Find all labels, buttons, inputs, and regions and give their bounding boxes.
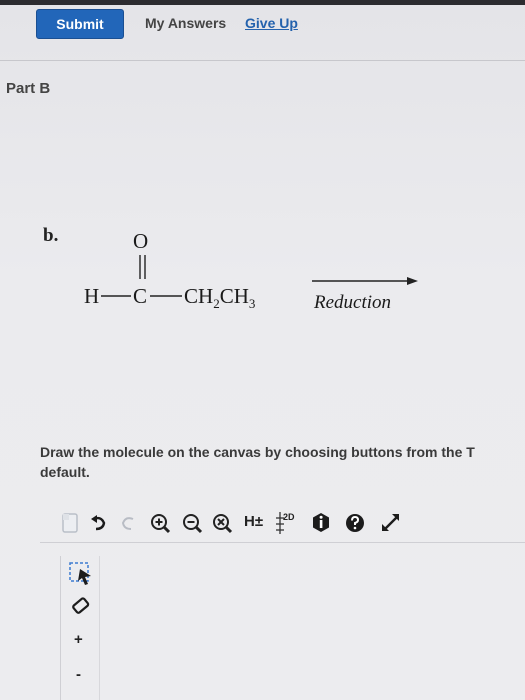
ethyl-group: CH2CH3 [184, 284, 255, 311]
undo-icon[interactable] [87, 508, 111, 538]
zoom-out-icon[interactable] [180, 508, 206, 538]
instructions-text: Draw the molecule on the canvas by choos… [40, 444, 475, 480]
clear-icon[interactable] [210, 508, 236, 538]
atom-oxygen: O [133, 229, 148, 253]
new-document-icon[interactable] [60, 508, 82, 538]
info-icon[interactable] [308, 508, 334, 538]
reagent-label: Reduction [313, 292, 391, 313]
eraser-icon[interactable] [69, 594, 93, 618]
atom-carbon: C [133, 284, 147, 308]
zoom-in-icon[interactable] [148, 508, 174, 538]
side-toolbar: + - [60, 556, 100, 700]
increase-charge-button[interactable]: + [74, 631, 83, 648]
explicit-hydrogens-button[interactable]: H± [244, 513, 263, 543]
fullscreen-icon[interactable] [376, 508, 406, 538]
decrease-charge-button[interactable]: - [76, 666, 81, 683]
help-icon[interactable] [342, 508, 368, 538]
reaction-arrow-head [407, 277, 418, 285]
reaction-scheme: O H C CH2CH3 Reduction [84, 229, 418, 313]
clean-2d-icon[interactable]: 2D [274, 508, 300, 538]
redo-icon[interactable] [118, 508, 140, 538]
canvas-top-border [40, 542, 525, 543]
atom-hydrogen: H [84, 284, 99, 308]
clean-2d-label: 2D [283, 512, 295, 522]
drawing-toolbar: H± 2D [40, 508, 525, 540]
selection-tool-icon[interactable] [67, 560, 95, 588]
